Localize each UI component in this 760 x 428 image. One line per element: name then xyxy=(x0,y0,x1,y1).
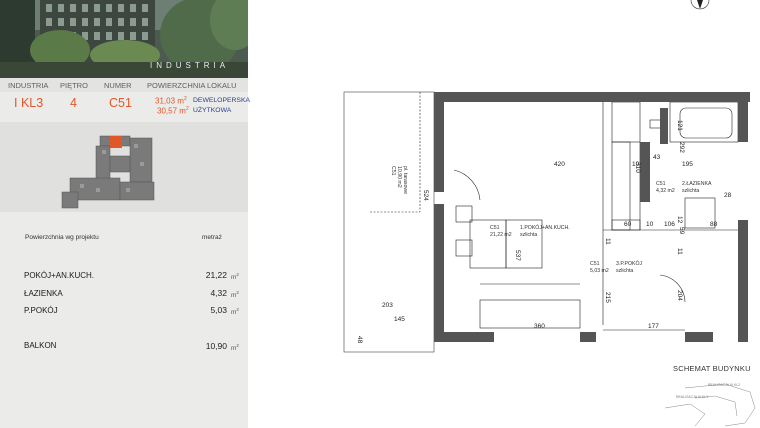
dim-121: 121 xyxy=(676,120,683,131)
room-2-code: C51 xyxy=(656,181,666,187)
room-3-code: C51 xyxy=(590,261,600,267)
info-panel: INDUSTRIA INDUSTRIA PIĘTRO NUMER POWIERZ… xyxy=(0,0,251,428)
schema-label-kl1: REALIZACJA III KL1 xyxy=(676,395,709,399)
row-value-hall: 5,03 xyxy=(210,305,227,315)
area-dev-label: DEWELOPERSKA xyxy=(193,97,251,104)
dim-360: 360 xyxy=(534,323,545,330)
table-header-left: Powierzchnia wg projektu xyxy=(25,234,99,241)
balcony-area: 10,90 m2 xyxy=(396,166,402,188)
schema-label-kl2: REALIZACJA III KL2 xyxy=(708,383,741,387)
room-3-finish: szlichta xyxy=(616,268,633,274)
row-value-balcony: 10,90 xyxy=(205,341,227,351)
building-render-image: INDUSTRIA xyxy=(0,0,248,78)
row-value-living: 21,22 xyxy=(205,270,227,280)
dim-28: 28 xyxy=(724,192,732,199)
dim-59: 59 xyxy=(678,227,685,235)
row-name-bathroom: ŁAZIENKA xyxy=(24,289,63,298)
row-unit-bathroom: m2 xyxy=(231,290,239,300)
dim-537: 537 xyxy=(514,250,521,261)
dim-10: 10 xyxy=(632,161,640,168)
header-industria: INDUSTRIA xyxy=(8,81,49,90)
dim-177: 177 xyxy=(648,323,659,330)
room-2-finish: szlichta xyxy=(682,188,699,194)
dim-60: 60 xyxy=(624,221,632,228)
room-2-name: 2.ŁAZIENKA xyxy=(682,181,712,187)
compass-icon xyxy=(690,0,710,10)
dim-48: 48 xyxy=(356,336,363,344)
dim-203: 203 xyxy=(382,302,393,309)
dim-292: 292 xyxy=(678,142,685,153)
room-1-name: 1.POKÓJ+AN.KUCH. xyxy=(520,224,570,231)
row-value-bathroom: 4,32 xyxy=(210,288,227,298)
header-number: NUMER xyxy=(104,81,132,90)
floor-value: 4 xyxy=(70,96,77,110)
header-area: POWIERZCHNIA LOKALU xyxy=(147,81,237,90)
dim-11a: 11 xyxy=(604,238,611,245)
room-1-code: C51 xyxy=(490,225,500,231)
room-3-name: 3.P.POKÓJ xyxy=(616,260,643,267)
balcony-finish: pł. tarasowe xyxy=(402,166,408,194)
floor-plan: 420 310 10 43 195 121 292 28 524 537 11 … xyxy=(343,91,750,353)
dim-420: 420 xyxy=(554,161,565,168)
unit-number-value: C51 xyxy=(109,96,132,110)
area-use-label: UŻYTKOWA xyxy=(193,107,232,114)
row-name-hall: P.POKÓJ xyxy=(24,306,58,315)
area-dev-value: 31,03 m2 xyxy=(155,96,187,106)
dim-88: 88 xyxy=(710,221,718,228)
dim-43: 43 xyxy=(653,154,661,161)
brand-watermark: INDUSTRIA xyxy=(150,61,230,70)
row-name-balcony: BALKON xyxy=(24,341,57,350)
apartment-highlight xyxy=(110,136,122,148)
header-floor: PIĘTRO xyxy=(60,81,88,90)
dim-145: 145 xyxy=(394,316,405,323)
dim-11b: 11 xyxy=(676,248,683,255)
dim-215: 215 xyxy=(604,292,611,303)
row-unit-balcony: m2 xyxy=(231,343,239,353)
dim-12: 12 xyxy=(676,216,683,224)
balcony-code: C51 xyxy=(390,166,396,176)
area-use-value: 30,57 m2 xyxy=(157,106,189,116)
dim-10b: 10 xyxy=(646,221,654,228)
row-name-living: POKÓJ+AN.KUCH. xyxy=(24,271,95,280)
schema-title: SCHEMAT BUDYNKU xyxy=(673,364,751,373)
room-3-area: 5,03 m2 xyxy=(590,268,609,274)
row-unit-living: m2 xyxy=(231,272,239,282)
dim-106: 106 xyxy=(664,221,675,228)
dim-204: 204 xyxy=(676,290,683,301)
room-1-area: 21,22 m2 xyxy=(490,232,512,238)
room-2-area: 4,32 m2 xyxy=(656,188,675,194)
industria-value: I KL3 xyxy=(14,96,44,110)
room-1-finish: szlichta xyxy=(520,232,537,238)
dim-524: 524 xyxy=(422,190,429,201)
dim-195: 195 xyxy=(682,161,693,168)
floor-key-plan xyxy=(0,122,248,212)
row-unit-hall: m2 xyxy=(231,307,239,317)
table-header-right: metraż xyxy=(202,234,222,241)
